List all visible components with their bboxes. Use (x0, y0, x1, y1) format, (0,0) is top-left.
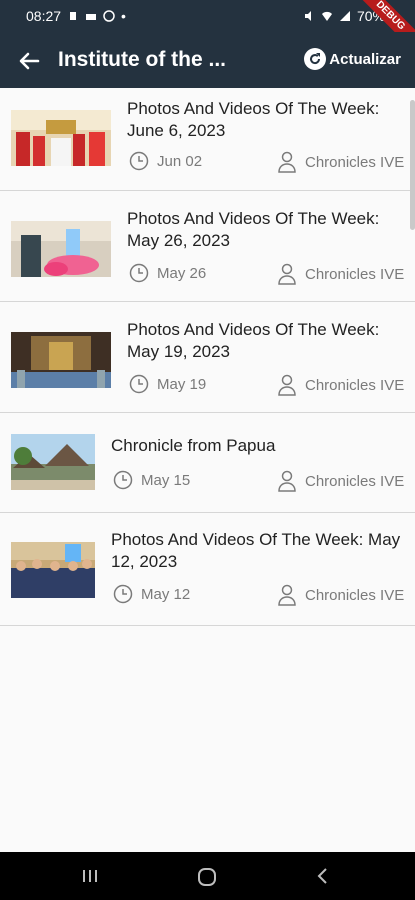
more-dot-icon: • (121, 8, 126, 24)
page-title: Institute of the ... (58, 48, 226, 71)
app-bar: Institute of the ... Actualizar (0, 32, 415, 88)
clock-icon (113, 584, 133, 604)
post-date-text: May 12 (141, 585, 191, 603)
clock-icon (129, 151, 149, 171)
post-date-text: May 26 (157, 264, 207, 282)
clock-icon (113, 470, 133, 490)
post-list: Photos And Videos Of The Week: June 6, 2… (0, 88, 415, 626)
scrollbar[interactable] (410, 100, 415, 230)
post-date-text: May 19 (157, 375, 207, 393)
post-author-text: Chronicles IVE (305, 376, 405, 394)
refresh-label: Actualizar (329, 50, 401, 68)
post-thumbnail (11, 542, 95, 598)
post-title: Photos And Videos Of The Week: June 6, 2… (127, 99, 380, 140)
post-title: Chronicle from Papua (111, 436, 276, 455)
refresh-icon (304, 48, 327, 70)
post-thumbnail (11, 221, 111, 277)
list-item[interactable]: Chronicle from Papua May 15 Chronicles I… (0, 413, 415, 513)
back-arrow-icon[interactable] (14, 46, 44, 76)
sync-icon (103, 10, 115, 22)
post-author-text: Chronicles IVE (305, 586, 405, 604)
person-icon (278, 584, 296, 606)
refresh-button[interactable]: Actualizar (304, 48, 401, 70)
status-bar: 08:27 • 70% DEBUG (0, 0, 415, 61)
post-date: May 15 (113, 470, 190, 490)
post-date-text: Jun 02 (157, 152, 203, 170)
system-nav-bar (0, 852, 415, 900)
mute-icon (304, 11, 311, 21)
post-author-text: Chronicles IVE (305, 472, 405, 490)
wifi-icon (321, 11, 332, 21)
clock-icon (129, 374, 149, 394)
post-author-text: Chronicles IVE (305, 265, 405, 283)
person-icon (278, 374, 296, 396)
status-left: 08:27 • (26, 8, 126, 24)
post-thumbnail (11, 332, 111, 388)
list-item[interactable]: Photos And Videos Of The Week: June 6, 2… (0, 88, 415, 191)
person-icon (278, 470, 296, 492)
post-date: May 19 (129, 374, 206, 394)
post-author-text: Chronicles IVE (305, 153, 405, 171)
app-notification-icon (86, 14, 97, 20)
post-author: Chronicles IVE (277, 470, 404, 492)
list-item[interactable]: Photos And Videos Of The Week: May 19, 2… (0, 302, 415, 413)
notification-icon (70, 12, 77, 20)
post-thumbnail (11, 434, 95, 490)
person-icon (278, 151, 296, 173)
post-author: Chronicles IVE (277, 584, 404, 606)
post-date: Jun 02 (129, 151, 202, 171)
post-title: Photos And Videos Of The Week: May 19, 2… (127, 320, 380, 361)
status-time: 08:27 (26, 8, 62, 24)
post-author: Chronicles IVE (277, 263, 404, 285)
post-title: Photos And Videos Of The Week: May 26, 2… (127, 209, 380, 250)
post-author: Chronicles IVE (277, 151, 404, 173)
person-icon (278, 263, 296, 285)
post-title: Photos And Videos Of The Week: May 12, 2… (111, 530, 401, 571)
list-item[interactable]: Photos And Videos Of The Week: May 26, 2… (0, 191, 415, 302)
post-date-text: May 15 (141, 471, 191, 489)
post-author: Chronicles IVE (277, 374, 404, 396)
post-date: May 26 (129, 263, 206, 283)
home-icon[interactable] (196, 866, 218, 888)
list-item[interactable]: Photos And Videos Of The Week: May 12, 2… (0, 513, 415, 626)
post-thumbnail (11, 110, 111, 166)
signal-icon (339, 11, 350, 21)
clock-icon (129, 263, 149, 283)
nav-back-icon[interactable] (314, 866, 332, 886)
post-date: May 12 (113, 584, 190, 604)
recent-apps-icon[interactable] (80, 866, 100, 886)
